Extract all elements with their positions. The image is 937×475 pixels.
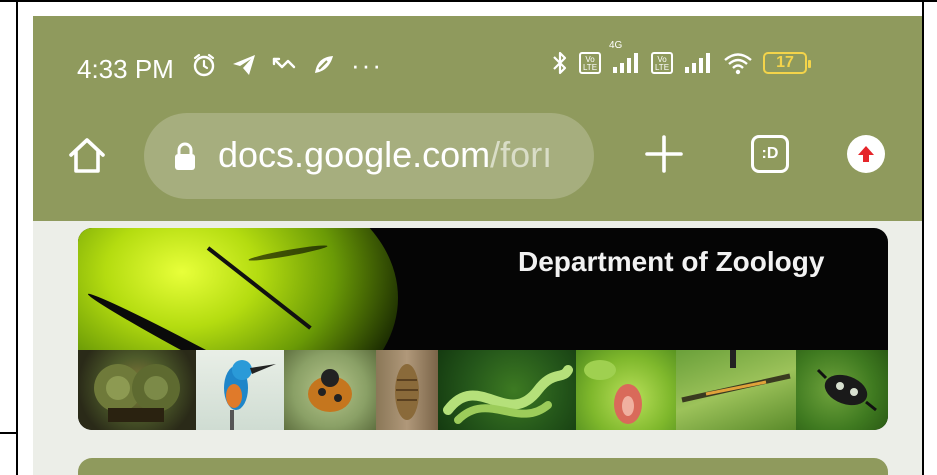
system-icons: Vo LTE 4G Vo LTE 17 bbox=[551, 41, 811, 76]
photo-green-snake bbox=[438, 350, 576, 430]
new-tab-button[interactable] bbox=[641, 131, 687, 177]
status-time: 4:33 PM bbox=[77, 54, 174, 84]
home-button[interactable] bbox=[65, 133, 109, 177]
tab-switcher-button[interactable]: :D bbox=[751, 135, 789, 173]
banner-title: Department of Zoology bbox=[518, 246, 825, 277]
plus-icon bbox=[645, 135, 683, 173]
home-icon bbox=[69, 138, 105, 173]
browser-chrome: 4:33 PM ··· Vo LTE 4G Vo LTE 17 docs.goo… bbox=[33, 16, 922, 221]
status-bar: 4:33 PM ··· Vo LTE 4G Vo LTE 17 bbox=[33, 16, 922, 106]
more-dots-icon: ··· bbox=[351, 50, 383, 80]
signal-4g-icon: 4G bbox=[609, 41, 641, 75]
photo-flower-insect bbox=[576, 350, 676, 430]
app-notification-icon bbox=[311, 53, 337, 77]
telegram-icon bbox=[231, 53, 257, 77]
volte-icon-2: Vo LTE bbox=[651, 52, 673, 74]
photo-kingfisher bbox=[196, 350, 284, 430]
photo-beetle bbox=[796, 350, 888, 430]
battery-icon: 17 bbox=[763, 52, 811, 74]
url-domain: docs.google.com bbox=[218, 134, 491, 175]
battery-level: 17 bbox=[776, 54, 794, 71]
photo-dragonfly-eyes bbox=[78, 350, 196, 430]
browser-toolbar: docs.google.com/forı :D bbox=[33, 111, 922, 221]
bluetooth-icon bbox=[551, 50, 569, 76]
frame-border-top bbox=[0, 0, 937, 2]
volte-icon: Vo LTE bbox=[579, 52, 601, 74]
update-arrow-icon bbox=[858, 146, 874, 162]
photo-pupa bbox=[376, 350, 438, 430]
address-bar[interactable]: docs.google.com/forı bbox=[144, 113, 594, 199]
notification-icons: ··· bbox=[191, 52, 383, 78]
tab-switcher-label: :D bbox=[761, 145, 779, 162]
alarm-icon bbox=[191, 52, 217, 78]
form-title-card bbox=[78, 458, 888, 475]
photo-damselfly bbox=[676, 350, 796, 430]
signal-icon bbox=[683, 51, 713, 75]
url-text[interactable]: docs.google.com/forı bbox=[218, 134, 588, 176]
frame-border-right bbox=[922, 2, 924, 475]
lock-icon bbox=[175, 142, 195, 170]
photo-ladybug bbox=[284, 350, 376, 430]
wifi-icon bbox=[723, 51, 753, 75]
form-header-banner: Department of Zoology bbox=[78, 228, 888, 430]
missed-call-icon bbox=[271, 55, 297, 75]
frame-border-left bbox=[16, 2, 18, 475]
phone-screen: 4:33 PM ··· Vo LTE 4G Vo LTE 17 docs.goo… bbox=[33, 16, 922, 475]
frame-border-tick bbox=[0, 432, 18, 434]
network-type-label: 4G bbox=[609, 40, 623, 51]
banner-photo-strip bbox=[78, 350, 888, 430]
url-path: /forı bbox=[490, 134, 553, 175]
menu-button[interactable] bbox=[847, 135, 885, 173]
